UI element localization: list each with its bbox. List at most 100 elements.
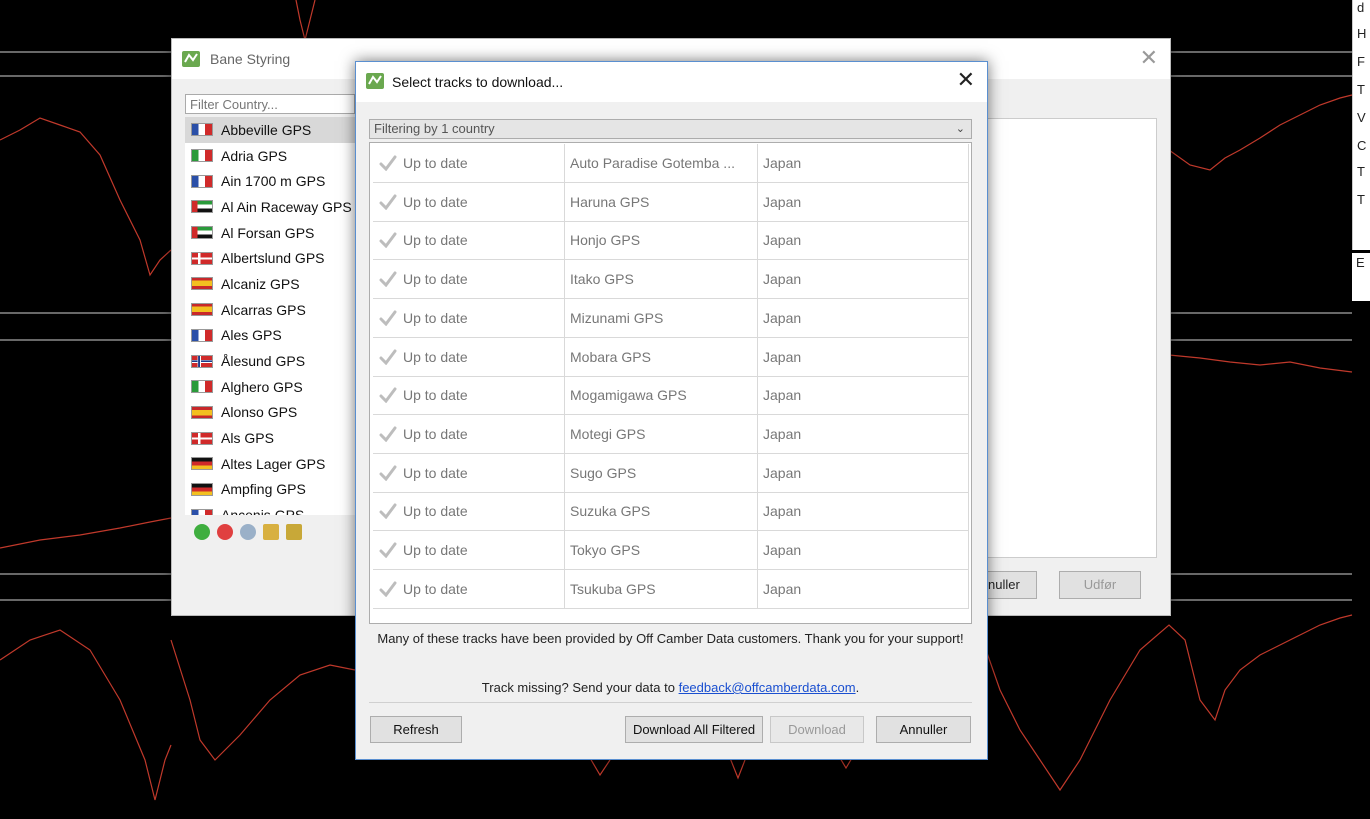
track-list-item[interactable]: Altes Lager GPS — [185, 451, 355, 477]
add-icon[interactable] — [194, 524, 210, 540]
track-list-item[interactable]: Alcaniz GPS — [185, 271, 355, 297]
checkmark-icon — [379, 271, 397, 288]
track-list-item[interactable]: Abbeville GPS — [185, 117, 355, 143]
graph-trace — [0, 517, 172, 549]
track-name: Alcaniz GPS — [221, 275, 300, 292]
feedback-email-link[interactable]: feedback@offcamberdata.com — [679, 680, 856, 695]
status-text: Up to date — [403, 542, 468, 558]
side-panel-letter: T — [1357, 192, 1365, 207]
flag-icon — [191, 277, 213, 291]
graph-trace — [1168, 94, 1353, 171]
graph-trace — [589, 757, 611, 777]
status-cell: Up to date — [373, 144, 565, 182]
table-row[interactable]: Up to date Honjo GPS Japan — [373, 221, 969, 261]
table-row[interactable]: Up to date Mobara GPS Japan — [373, 337, 969, 377]
status-cell: Up to date — [373, 182, 565, 221]
filter-country-input[interactable]: Filter Country... — [185, 94, 355, 114]
status-cell: Up to date — [373, 453, 565, 492]
status-text: Up to date — [403, 232, 468, 249]
table-row[interactable]: Up to date Suzuka GPS Japan — [373, 492, 969, 532]
country-cell: Japan — [758, 221, 969, 260]
table-row[interactable]: Up to date Haruna GPS Japan — [373, 182, 969, 222]
side-panel-letter: E — [1356, 255, 1365, 270]
country-cell: Japan — [758, 260, 969, 299]
track-list-item[interactable]: Adria GPS — [185, 143, 355, 169]
flag-icon — [191, 123, 213, 137]
track-name-cell: Haruna GPS — [565, 182, 758, 221]
graph-trace — [295, 0, 316, 41]
download-button[interactable]: Download — [770, 716, 864, 743]
track-list-item[interactable]: Alcarras GPS — [185, 297, 355, 323]
track-list-item[interactable]: Alghero GPS — [185, 374, 355, 400]
track-name-cell: Mogamigawa GPS — [565, 376, 758, 415]
close-icon[interactable]: ✕ — [957, 67, 975, 93]
track-name: Adria GPS — [221, 147, 288, 164]
status-cell: Up to date — [373, 414, 565, 453]
checkmark-icon — [379, 465, 397, 481]
flag-icon — [191, 251, 213, 265]
checkmark-icon — [379, 349, 397, 365]
track-list-item[interactable]: Ales GPS — [185, 323, 355, 349]
download-all-filtered-button[interactable]: Download All Filtered — [625, 716, 763, 743]
track-name-cell: Tokyo GPS — [565, 531, 758, 569]
track-list-item[interactable]: Al Forsan GPS — [185, 220, 355, 246]
remove-icon[interactable] — [217, 524, 233, 540]
side-panel-letter: C — [1357, 138, 1367, 153]
table-row[interactable]: Up to date Tokyo GPS Japan — [373, 531, 969, 570]
graph-trace — [729, 757, 746, 780]
table-row[interactable]: Up to date Motegi GPS Japan — [373, 414, 969, 454]
status-cell: Up to date — [373, 298, 565, 337]
cancel-button[interactable]: Annuller — [876, 716, 971, 743]
track-list[interactable]: Abbeville GPS Adria GPS Ain 1700 m GPS Al A… — [185, 117, 355, 515]
table-row[interactable]: Up to date Itako GPS Japan — [373, 260, 969, 300]
status-cell: Up to date — [373, 569, 565, 608]
side-panel-letter: H — [1357, 26, 1367, 41]
table-row[interactable]: Up to date Auto Paradise Gotemba ... Japan — [373, 144, 969, 183]
status-text: Up to date — [403, 387, 468, 404]
missing-prefix: Track missing? Send your data to — [481, 680, 679, 695]
track-list-item[interactable]: Alonso GPS — [185, 400, 355, 426]
chevron-down-icon: ⌄ — [955, 123, 965, 135]
export-folder-icon[interactable] — [286, 524, 302, 540]
flag-icon — [191, 508, 213, 515]
table-row[interactable]: Up to date Mizunami GPS Japan — [373, 298, 969, 338]
checkmark-icon — [379, 542, 397, 558]
track-list-item[interactable]: Ålesund GPS — [185, 348, 355, 374]
flag-icon — [191, 200, 213, 214]
flag-icon — [191, 226, 213, 240]
country-cell: Japan — [758, 453, 969, 492]
refresh-button[interactable]: Refresh — [370, 716, 462, 743]
table-row[interactable]: Up to date Sugo GPS Japan — [373, 453, 969, 493]
track-list-item[interactable]: Ain 1700 m GPS — [185, 168, 355, 194]
track-list-item[interactable]: Als GPS — [185, 425, 355, 451]
track-name: Ancenis GPS — [221, 507, 304, 515]
filter-text: Filtering by 1 country — [374, 121, 495, 136]
table-row[interactable]: Up to date Tsukuba GPS Japan — [373, 569, 969, 609]
track-list-item[interactable]: Ancenis GPS — [185, 502, 355, 515]
track-list-item[interactable]: Albertslund GPS — [185, 245, 355, 271]
track-list-item[interactable]: Ampfing GPS — [185, 477, 355, 503]
checkmark-icon — [379, 581, 397, 597]
track-list-item[interactable]: Al Ain Raceway GPS — [185, 194, 355, 220]
graph-trace — [1168, 354, 1353, 373]
track-name: Alghero GPS — [221, 378, 303, 395]
country-filter-dropdown[interactable]: Filtering by 1 country ⌄ — [369, 119, 972, 139]
apply-button[interactable]: Udfør — [1059, 571, 1141, 599]
status-cell: Up to date — [373, 492, 565, 531]
flag-icon — [191, 405, 213, 419]
move-icon[interactable] — [240, 524, 256, 540]
flag-icon — [191, 328, 213, 342]
track-name: Al Ain Raceway GPS — [221, 198, 352, 215]
close-icon[interactable]: ✕ — [1140, 45, 1158, 71]
divider — [987, 557, 1155, 558]
track-name-cell: Motegi GPS — [565, 414, 758, 453]
dialog-title: Select tracks to download... — [392, 74, 564, 90]
track-list-toolbar — [194, 524, 302, 540]
import-folder-icon[interactable] — [263, 524, 279, 540]
country-cell: Japan — [758, 414, 969, 453]
status-cell: Up to date — [373, 376, 565, 415]
checkmark-icon — [379, 194, 397, 210]
track-name-cell: Mizunami GPS — [565, 298, 758, 337]
side-panel-letter: d — [1357, 0, 1365, 15]
table-row[interactable]: Up to date Mogamigawa GPS Japan — [373, 376, 969, 416]
